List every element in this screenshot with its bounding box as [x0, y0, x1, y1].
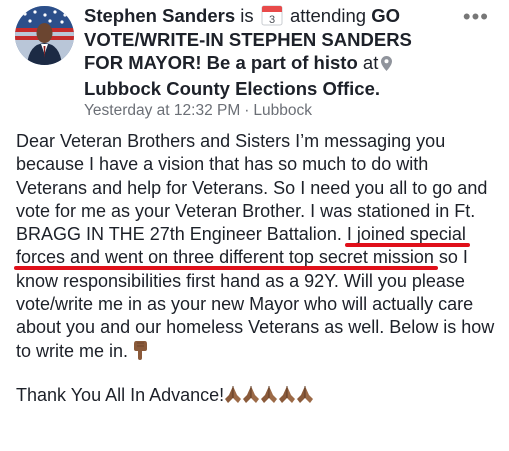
thanks-paragraph: Thank You All In Advance! — [16, 384, 501, 410]
location-link[interactable]: Lubbock County Elections Office. — [84, 78, 380, 99]
praying-hands-icon — [242, 384, 260, 410]
red-underline-2 — [14, 266, 438, 271]
praying-hands-icon — [278, 384, 296, 410]
thanks-text: Thank You All In Advance! — [16, 384, 225, 405]
pointing-down-icon — [133, 340, 149, 366]
post-header: Stephen Sanders is 3 attending GO VOTE/W… — [84, 4, 414, 100]
profile-photo — [15, 6, 74, 65]
avatar[interactable] — [15, 6, 74, 65]
post-body: Dear Veteran Brothers and Sisters I’m me… — [16, 130, 501, 410]
praying-hands-group — [224, 385, 314, 405]
message-paragraph: Dear Veteran Brothers and Sisters I’m me… — [16, 130, 501, 366]
author-name[interactable]: Stephen Sanders — [84, 5, 235, 26]
meta-separator: · — [244, 102, 250, 119]
ellipsis-icon: ••• — [462, 4, 489, 29]
post-meta: Yesterday at 12:32 PM · Lubbock — [84, 102, 312, 120]
praying-hands-icon — [296, 384, 314, 410]
more-options-button[interactable]: ••• — [463, 6, 489, 28]
is-text: is — [240, 5, 254, 26]
attending-text: attending — [289, 5, 367, 26]
praying-hands-icon — [224, 384, 242, 410]
facebook-post: ••• Stephen Sanders is 3 attending GO VO… — [0, 0, 509, 451]
place-link[interactable]: Lubbock — [253, 102, 312, 119]
calendar-icon: 3 — [261, 4, 283, 26]
red-underline-1 — [344, 243, 470, 248]
timestamp-link[interactable]: Yesterday at 12:32 PM — [84, 102, 240, 119]
praying-hands-icon — [260, 384, 278, 410]
location-pin-icon — [381, 53, 393, 77]
calendar-day: 3 — [269, 14, 275, 26]
at-text: at — [362, 52, 379, 73]
